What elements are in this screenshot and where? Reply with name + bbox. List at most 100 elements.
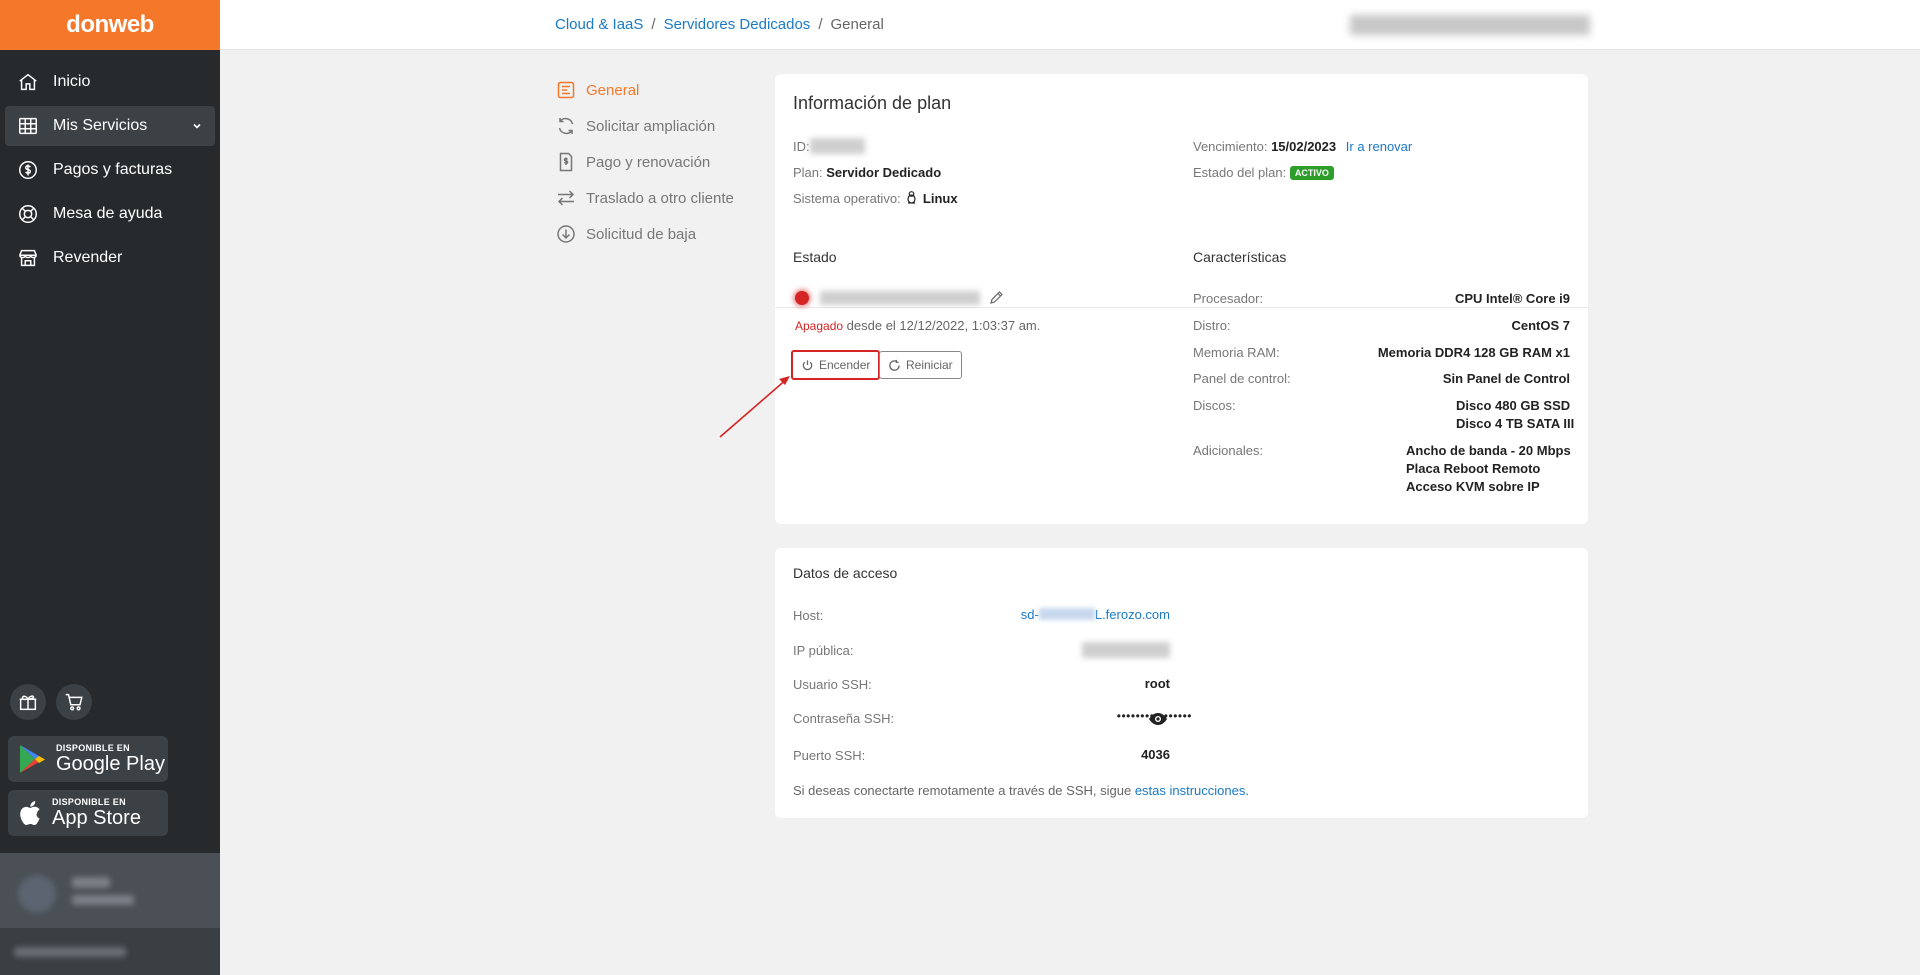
host-value[interactable]: sd- L.ferozo.com (1021, 607, 1170, 622)
sidebar-item-mis-servicios[interactable]: Mis Servicios (5, 106, 215, 146)
sidebar-item-label: Pagos y facturas (53, 161, 173, 178)
ssh-user-label: Usuario SSH: (793, 677, 872, 692)
cart-button[interactable] (56, 684, 92, 720)
restart-label: Reiniciar (906, 358, 953, 372)
plan-status-label: Estado del plan: (1193, 165, 1287, 180)
submenu-label: Solicitar ampliación (586, 117, 716, 135)
breadcrumb-servidores[interactable]: Servidores Dedicados (664, 16, 811, 33)
google-play-label: Google Play (56, 753, 165, 775)
submenu-label: General (586, 81, 640, 99)
download-circle-icon (557, 225, 575, 243)
store-icon (19, 249, 37, 267)
ssh-port-value: 4036 (1141, 747, 1170, 762)
plan-status-row: Estado del plan: ACTIVO (1193, 165, 1334, 180)
panel-value: Sin Panel de Control (1442, 371, 1570, 386)
submenu-traslado[interactable]: Traslado a otro cliente (556, 180, 734, 216)
host-prefix: sd- (1020, 607, 1039, 622)
power-state-word: Apagado (795, 319, 844, 333)
gift-icon (19, 695, 37, 711)
panel-label: Panel de control: (1193, 371, 1291, 386)
document-icon (557, 81, 575, 99)
app-store-label: App Store (52, 807, 141, 829)
sidebar-item-revender[interactable]: Revender (5, 238, 215, 278)
server-name-redacted (820, 291, 980, 305)
refresh-icon (558, 117, 574, 135)
dollar-icon (19, 161, 37, 179)
extra-3: Acceso KVM sobre IP (1406, 479, 1540, 494)
app-store-small: DISPONIBLE EN (52, 797, 126, 807)
app-store-button[interactable]: DISPONIBLE EN App Store (8, 790, 168, 836)
transfer-icon (557, 190, 575, 206)
user-profile[interactable] (0, 853, 220, 928)
annotation-arrow (719, 376, 790, 438)
sidebar-item-label: Mesa de ayuda (53, 205, 163, 222)
sidebar-item-label: Mis Servicios (53, 117, 148, 134)
sidebar-item-label: Revender (53, 249, 123, 266)
apple-icon (20, 801, 40, 826)
expiry-row: Vencimiento: 15/02/2023 Ir a renovar (1193, 139, 1412, 154)
host-suffix: L.ferozo.com (1094, 607, 1170, 622)
submenu-solicitar-ampliacion[interactable]: Solicitar ampliación (556, 108, 734, 144)
plan-name-row: Plan: Servidor Dedicado (793, 165, 941, 180)
breadcrumb: Cloud & IaaS / Servidores Dedicados / Ge… (555, 16, 884, 33)
processor-value: CPU Intel® Core i9 (1454, 291, 1570, 306)
user-footer (0, 928, 220, 975)
ssh-instructions-link[interactable]: estas instrucciones. (1135, 783, 1249, 798)
power-on-button[interactable]: Encender (791, 350, 881, 380)
pencil-icon[interactable] (989, 290, 1004, 305)
sidebar-item-pagos[interactable]: Pagos y facturas (5, 150, 215, 190)
grid-icon (19, 117, 37, 135)
ip-label: IP pública: (793, 643, 854, 658)
ram-label: Memoria RAM: (1193, 345, 1280, 360)
submenu-solicitud-baja[interactable]: Solicitud de baja (556, 216, 734, 252)
extras-value: Ancho de banda - 20 Mbps Placa Reboot Re… (1406, 442, 1571, 496)
breadcrumb-separator: / (818, 16, 823, 33)
sidebar-item-mesa-de-ayuda[interactable]: Mesa de ayuda (5, 194, 215, 234)
os-label: Sistema operativo: (793, 191, 901, 206)
google-play-button[interactable]: DISPONIBLE EN Google Play (8, 736, 168, 782)
home-icon (19, 73, 37, 91)
google-play-small: DISPONIBLE EN (56, 743, 130, 753)
processor-label: Procesador: (1193, 291, 1264, 306)
brand-logo[interactable]: donweb (0, 0, 220, 50)
chevron-down-icon[interactable] (191, 120, 203, 132)
extras-label: Adicionales: (1193, 443, 1264, 458)
host-label: Host: (793, 608, 824, 623)
plan-card: Información de plan ID: Plan: Servidor D… (775, 74, 1588, 524)
gift-button[interactable] (10, 684, 46, 720)
lifebuoy-icon (19, 205, 37, 223)
ip-redacted (1082, 642, 1170, 658)
plan-label: Plan: (793, 165, 823, 180)
power-status-indicator (795, 291, 809, 305)
estado-title: Estado (793, 249, 837, 265)
submenu-general[interactable]: General (556, 72, 734, 108)
submenu-label: Traslado a otro cliente (586, 189, 734, 207)
submenu-label: Pago y renovación (586, 153, 711, 171)
plan-id-label: ID: (793, 139, 810, 154)
sidebar-item-inicio[interactable]: Inicio (5, 62, 215, 102)
expiry-value: 15/02/2023 (1271, 139, 1337, 154)
plan-id-redacted (810, 138, 865, 154)
submenu-pago-renovacion[interactable]: Pago y renovación (556, 144, 734, 180)
disk-2: Disco 4 TB SATA III (1456, 416, 1575, 431)
power-state-text: desde el 12/12/2022, 1:03:37 am. (846, 318, 1041, 333)
disks-value: Disco 480 GB SSD Disco 4 TB SATA III (1456, 397, 1574, 433)
eye-icon[interactable] (1148, 712, 1168, 726)
ssh-pass-label: Contraseña SSH: (793, 711, 895, 726)
account-info-redacted[interactable] (1350, 15, 1590, 35)
submenu-label: Solicitud de baja (586, 225, 697, 243)
extra-1: Ancho de banda - 20 Mbps (1406, 443, 1571, 458)
expiry-label: Vencimiento: (1193, 139, 1268, 154)
disks-label: Discos: (1193, 398, 1236, 413)
breadcrumb-cloud[interactable]: Cloud & IaaS (555, 16, 643, 33)
distro-value: CentOS 7 (1511, 318, 1570, 333)
top-bar: Cloud & IaaS / Servidores Dedicados / Ge… (220, 0, 1920, 50)
plan-value: Servidor Dedicado (826, 165, 942, 180)
restart-button[interactable]: Reiniciar (879, 351, 962, 379)
features-title: Características (1193, 249, 1287, 265)
renew-link[interactable]: Ir a renovar (1346, 139, 1412, 154)
os-row: Sistema operativo: Linux (793, 191, 958, 206)
main-nav: Inicio Mis Servicios Pagos y facturas Me… (0, 50, 220, 278)
ssh-help-text: Si deseas conectarte remotamente a travé… (793, 783, 1132, 798)
google-play-icon (20, 745, 45, 773)
